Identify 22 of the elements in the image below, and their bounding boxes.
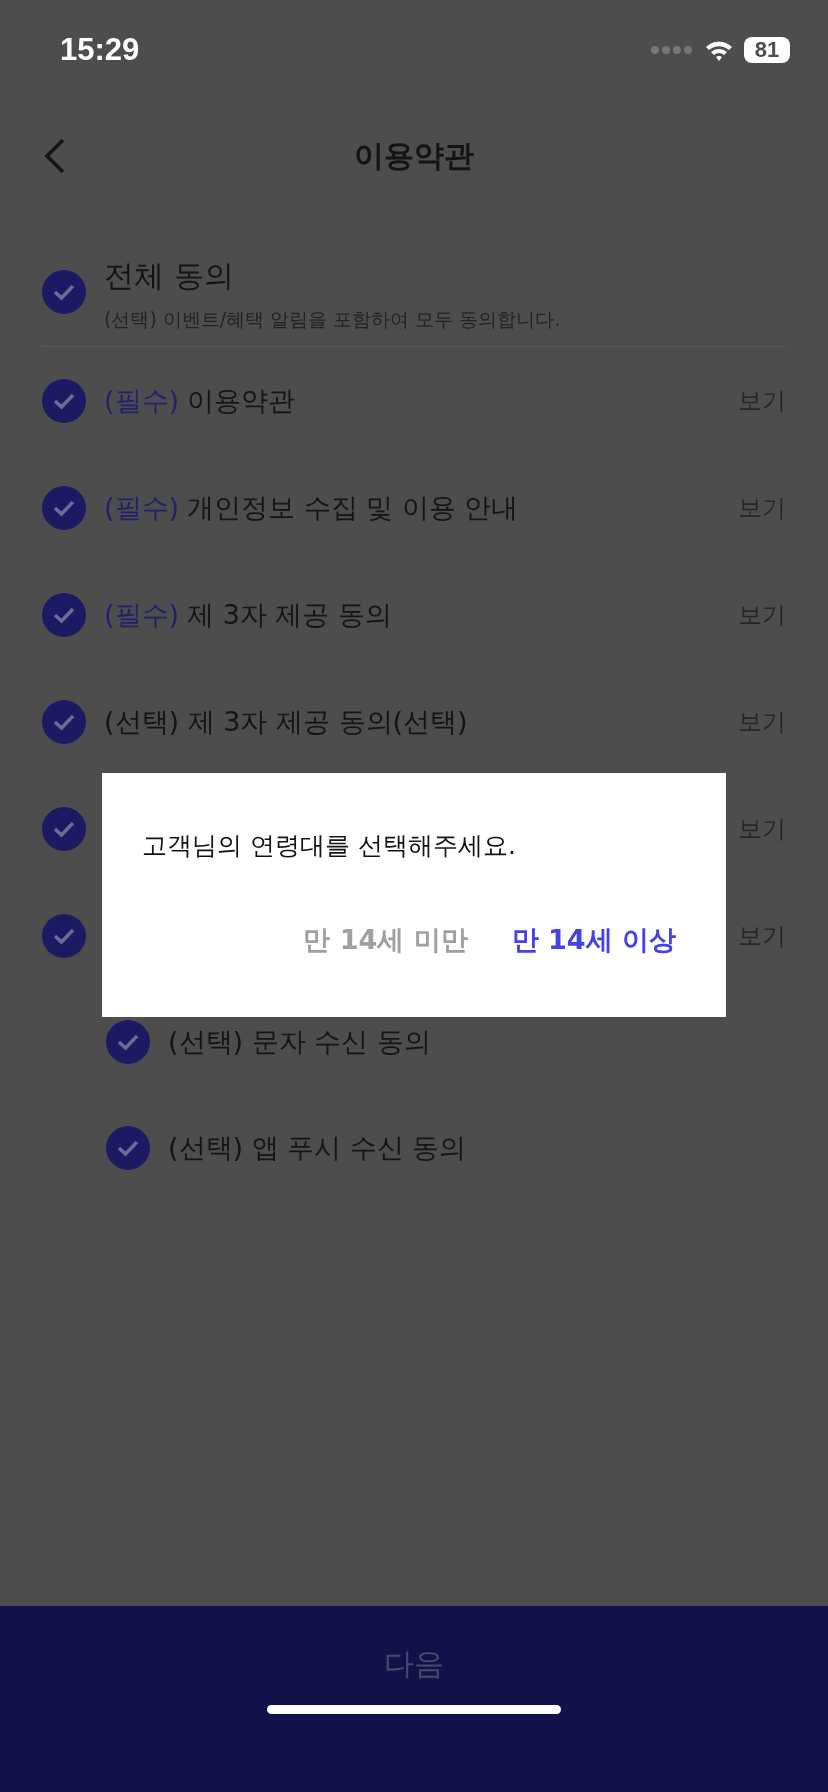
page-title: 이용약관 [354,136,474,175]
checkbox[interactable] [42,378,86,423]
term-label: (선택) 문자 수신 동의 [168,1025,431,1059]
term-label: (선택) 앱 푸시 수신 동의 [168,1131,467,1165]
checkbox[interactable] [42,913,86,958]
checkbox[interactable] [42,592,86,637]
checkbox[interactable] [42,270,86,314]
checkbox[interactable] [42,699,86,744]
checkbox[interactable] [42,806,86,851]
checkbox[interactable] [106,1126,150,1170]
battery-icon: 81 [744,37,790,63]
next-button[interactable]: 다음 [0,1606,828,1792]
dialog-message: 고객님의 연령대를 선택해주세요. [142,830,517,862]
status-time: 15:29 [60,32,140,68]
checkbox[interactable] [106,1020,150,1064]
agree-all-label: 전체 동의 [104,257,235,295]
checkbox[interactable] [42,485,86,530]
back-icon[interactable] [44,138,66,174]
age-option-button[interactable]: 만 14세 이상 [511,922,676,958]
age-option-button[interactable]: 만 14세 미만 [303,922,468,958]
signal-icon [650,45,694,55]
term-label: (선택) 제 3자 제공 동의(선택) [104,704,468,739]
